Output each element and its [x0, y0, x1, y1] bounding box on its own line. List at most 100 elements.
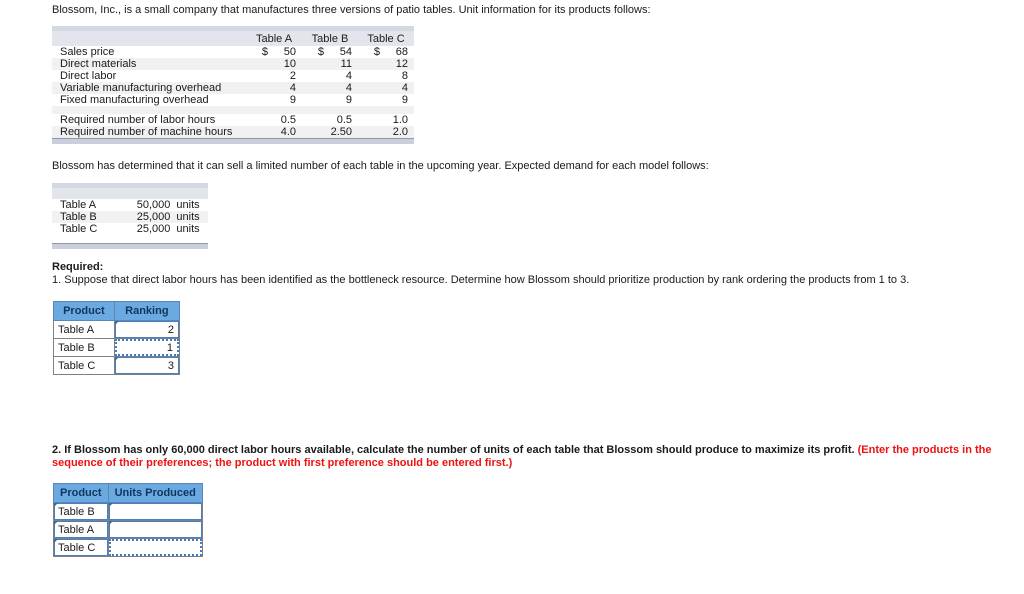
currency-symbol: [302, 114, 324, 126]
ranking-table: Product Ranking Table A Table B Table C: [53, 301, 181, 375]
ranking-input-table-c[interactable]: [114, 357, 179, 374]
currency-symbol: [246, 126, 268, 139]
currency-symbol: [302, 94, 324, 106]
units-col-header-product: Product: [53, 483, 109, 503]
table-row: [53, 538, 203, 557]
ranking-input-table-b[interactable]: [114, 339, 179, 356]
row-unit: units: [170, 223, 208, 235]
currency-symbol: $: [246, 46, 268, 58]
table-spacer-row: [52, 106, 414, 114]
table-row: [53, 520, 203, 539]
row-label: Required number of labor hours: [52, 114, 246, 126]
value-table-c: 2.0: [380, 126, 414, 139]
ranking-header-row: Product Ranking: [53, 301, 181, 321]
units-value-input-row-1[interactable]: [108, 503, 202, 520]
table-row: Variable manufacturing overhead 4 4 4: [52, 82, 414, 94]
row-label: Sales price: [52, 46, 246, 58]
col-header-blank: [52, 31, 246, 46]
units-produced-header-row: Product Units Produced: [53, 483, 203, 503]
units-product-cell-row-1[interactable]: [53, 502, 109, 521]
value-table-a: 50: [268, 46, 302, 58]
unit-info-header-row: Table A Table B Table C: [52, 31, 414, 46]
row-label: Variable manufacturing overhead: [52, 82, 246, 94]
table-row: [53, 502, 203, 521]
row-label: Table A: [52, 199, 126, 211]
ranking-input-cell-table-a[interactable]: [113, 320, 181, 339]
required-heading: Required:: [52, 261, 104, 273]
table-row: Required number of machine hours 4.0 2.5…: [52, 126, 414, 139]
currency-symbol: [358, 82, 380, 94]
ranking-product-label: Table A: [53, 320, 115, 339]
units-product-cell-row-2[interactable]: [53, 520, 109, 539]
unit-information-table: Table A Table B Table C Sales price $ 50…: [52, 26, 414, 144]
row-label: Direct materials: [52, 58, 246, 70]
value-table-a: 4.0: [268, 126, 302, 139]
table-row: Table A: [53, 320, 181, 339]
intro-paragraph-2: Blossom has determined that it can sell …: [52, 160, 709, 172]
units-product-input-row-3[interactable]: [54, 539, 108, 556]
units-value-cell-row-1[interactable]: [107, 502, 203, 521]
value-table-b: 4: [324, 82, 358, 94]
value-table-b: 54: [324, 46, 358, 58]
ranking-input-table-a[interactable]: [114, 321, 179, 338]
value-table-a: 9: [268, 94, 302, 106]
ranking-input-cell-table-c[interactable]: [113, 356, 181, 375]
row-label: Direct labor: [52, 70, 246, 82]
row-label: Table C: [52, 223, 126, 235]
currency-symbol: [358, 58, 380, 70]
table-row: Table B: [53, 338, 181, 357]
table-row: Table A 50,000 units: [52, 199, 208, 211]
ranking-product-label: Table C: [53, 356, 115, 375]
demand-header-blank-row: [52, 188, 208, 199]
ranking-product-label: Table B: [53, 338, 115, 357]
expected-demand-table: Table A 50,000 units Table B 25,000 unit…: [52, 183, 208, 249]
units-product-cell-row-3[interactable]: [53, 538, 109, 557]
value-table-a: 10: [268, 58, 302, 70]
currency-symbol: [246, 58, 268, 70]
value-table-c: 68: [380, 46, 414, 58]
table-row: Required number of labor hours 0.5 0.5 1…: [52, 114, 414, 126]
currency-symbol: [358, 114, 380, 126]
table-row: Direct labor 2 4 8: [52, 70, 414, 82]
units-value-input-row-2[interactable]: [108, 521, 202, 538]
question-2-black-text: 2. If Blossom has only 60,000 direct lab…: [52, 444, 858, 456]
value-table-b: 9: [324, 94, 358, 106]
row-value: 25,000: [125, 223, 171, 235]
currency-symbol: [302, 82, 324, 94]
currency-symbol: [358, 126, 380, 139]
table-row: Direct materials 10 11 12: [52, 58, 414, 70]
row-label: Required number of machine hours: [52, 126, 246, 139]
table-row: Table B 25,000 units: [52, 211, 208, 223]
value-table-c: 8: [380, 70, 414, 82]
ranking-input-cell-table-b[interactable]: [113, 338, 181, 357]
units-value-cell-row-3[interactable]: [107, 538, 203, 557]
value-table-a: 2: [268, 70, 302, 82]
units-value-input-row-3[interactable]: [108, 539, 202, 556]
table-row: Table C: [53, 356, 181, 375]
units-product-input-row-2[interactable]: [54, 521, 108, 538]
question-2-text: 2. If Blossom has only 60,000 direct lab…: [52, 444, 1010, 470]
value-table-a: 0.5: [268, 114, 302, 126]
units-produced-table: Product Units Produced: [53, 483, 203, 557]
table-row: Table C 25,000 units: [52, 223, 208, 235]
col-header-table-c: Table C: [358, 31, 414, 46]
value-table-a: 4: [268, 82, 302, 94]
currency-symbol: [358, 70, 380, 82]
row-value: 25,000: [125, 211, 171, 223]
ranking-col-header-product: Product: [53, 301, 115, 321]
table-bottom-band: [52, 138, 414, 144]
question-1-text: 1. Suppose that direct labor hours has b…: [52, 274, 910, 286]
units-value-cell-row-2[interactable]: [107, 520, 203, 539]
currency-symbol: [246, 114, 268, 126]
row-unit: units: [170, 199, 208, 211]
value-table-b: 4: [324, 70, 358, 82]
row-label: Fixed manufacturing overhead: [52, 94, 246, 106]
currency-symbol: [358, 94, 380, 106]
currency-symbol: [246, 94, 268, 106]
units-product-input-row-1[interactable]: [54, 503, 108, 520]
ranking-col-header-ranking: Ranking: [113, 301, 181, 321]
value-table-c: 4: [380, 82, 414, 94]
col-header-table-b: Table B: [302, 31, 358, 46]
value-table-b: 11: [324, 58, 358, 70]
currency-symbol: [246, 70, 268, 82]
